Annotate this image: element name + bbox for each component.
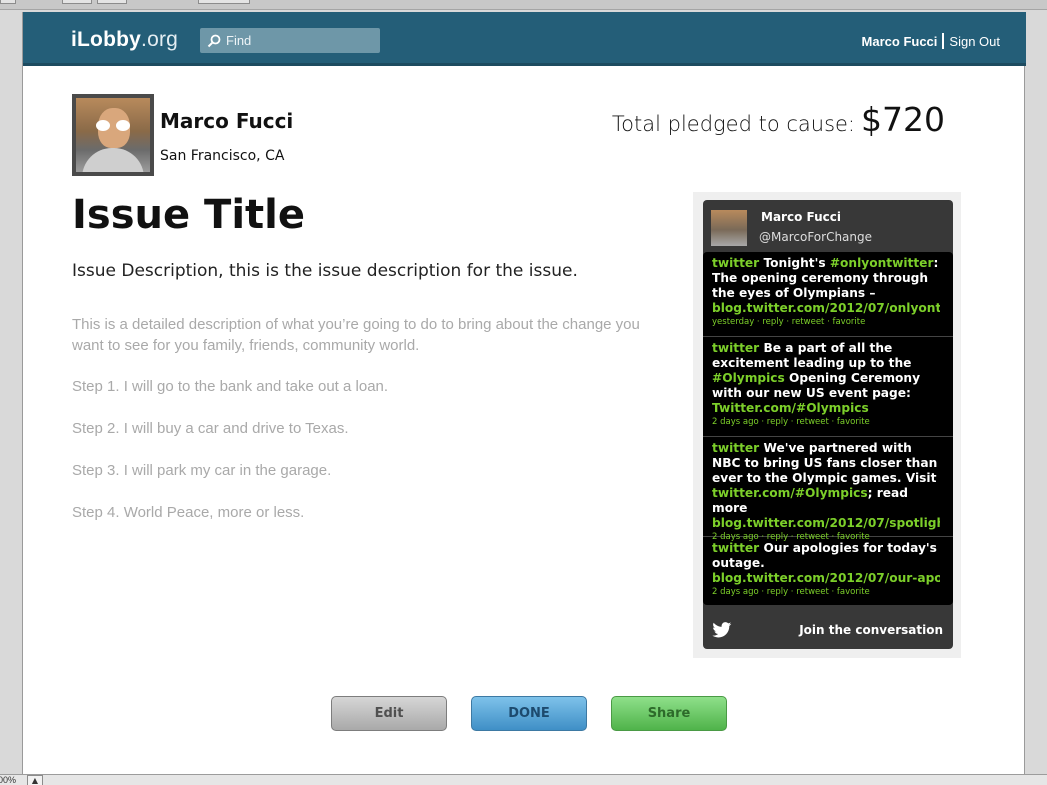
issue-detail: This is a detailed description of what y… [72,316,640,354]
twitter-widget-footer: Join the conversation [703,605,953,649]
done-button[interactable]: DONE [471,696,587,731]
tweet-hashtag[interactable]: #Olympics [712,371,785,385]
header-user-name[interactable]: Marco Fucci [862,34,938,49]
tweet-source[interactable]: twitter [712,341,759,355]
tweet-link[interactable]: Twitter.com/#Olympics [712,401,940,416]
search-input[interactable] [226,30,376,50]
zoom-stepper[interactable]: ▲ [27,775,43,785]
tweet-text: Tonight's [763,256,830,270]
issue-step: Step 4. World Peace, more or less. [72,504,305,521]
twitter-widget-header: Marco Fucci @MarcoForChange [703,200,953,252]
status-bar: 00% ▲ [0,774,1047,785]
window-chrome-strip [0,0,1047,10]
divider [942,33,945,49]
zoom-level[interactable]: 00% [0,775,16,785]
chrome-control[interactable] [97,0,127,4]
twitter-widget-frame: Marco Fucci @MarcoForChange twitter Toni… [693,192,961,658]
profile-location: San Francisco, CA [160,148,285,164]
twitter-handle[interactable]: @MarcoForChange [759,230,872,244]
chrome-control[interactable] [0,0,16,4]
twitter-bird-icon[interactable] [712,622,732,638]
brand-name: iLobby [71,28,142,51]
join-conversation-link[interactable]: Join the conversation [799,623,943,637]
twitter-widget: Marco Fucci @MarcoForChange twitter Toni… [703,200,953,649]
tweet-source[interactable]: twitter [712,256,759,270]
tweet-item: twitter Our apologies for today's outage… [703,537,953,605]
brand-tld: .org [141,28,179,51]
pledge-amount: $720 [861,100,945,139]
profile-avatar[interactable] [72,94,154,176]
site-logo[interactable]: iLobby.org [71,28,178,52]
avatar-photo [76,98,150,172]
site-header: iLobby.org Marco Fucci Sign Out [23,12,1026,66]
tweet-source[interactable]: twitter [712,441,759,455]
tweet-item: twitter We've partnered with NBC to brin… [703,437,953,542]
twitter-avatar[interactable] [711,210,747,246]
tweet-meta[interactable]: 2 days ago · reply · retweet · favorite [712,417,944,427]
issue-step: Step 1. I will go to the bank and take o… [72,378,389,395]
tweet-item: twitter Tonight's #onlyontwitter: The op… [703,252,953,337]
search-icon [207,34,221,48]
chrome-control[interactable] [198,0,250,4]
issue-description: Issue Description, this is the issue des… [72,261,578,281]
issue-step: Step 3. I will park my car in the garage… [72,462,332,479]
tweet-link[interactable]: blog.twitter.com/2012/07/spotlight [712,516,940,531]
pledge-label: Total pledged to cause: [611,112,856,136]
share-button[interactable]: Share [611,696,727,731]
tweet-link[interactable]: blog.twitter.com/2012/07/onlyontwitter [712,301,940,316]
tweet-hashtag[interactable]: #onlyontwitter [830,256,934,270]
sign-out-link[interactable]: Sign Out [949,34,1000,49]
tweet-meta[interactable]: yesterday · reply · retweet · favorite [712,317,944,327]
twitter-name[interactable]: Marco Fucci [761,210,841,224]
tweet-meta[interactable]: 2 days ago · reply · retweet · favorite [712,587,944,597]
issue-title: Issue Title [72,192,305,238]
tweet-hashtag[interactable]: twitter.com/#Olympics [712,486,868,500]
page-canvas: iLobby.org Marco Fucci Sign Out Marco Fuc… [22,12,1026,774]
tweet-link[interactable]: blog.twitter.com/2012/07/our-apologies [712,571,940,586]
edit-button[interactable]: Edit [331,696,447,731]
profile-name[interactable]: Marco Fucci [160,109,293,133]
chrome-control[interactable] [62,0,92,4]
tweet-source[interactable]: twitter [712,541,759,555]
pledge-total: Total pledged to cause: $720 [612,100,945,139]
tweet-item: twitter Be a part of all the excitement … [703,337,953,437]
user-links: Marco Fucci Sign Out [862,33,1000,49]
issue-step: Step 2. I will buy a car and drive to Te… [72,420,349,437]
search-box[interactable] [200,28,380,53]
tweet-list[interactable]: twitter Tonight's #onlyontwitter: The op… [703,252,953,605]
